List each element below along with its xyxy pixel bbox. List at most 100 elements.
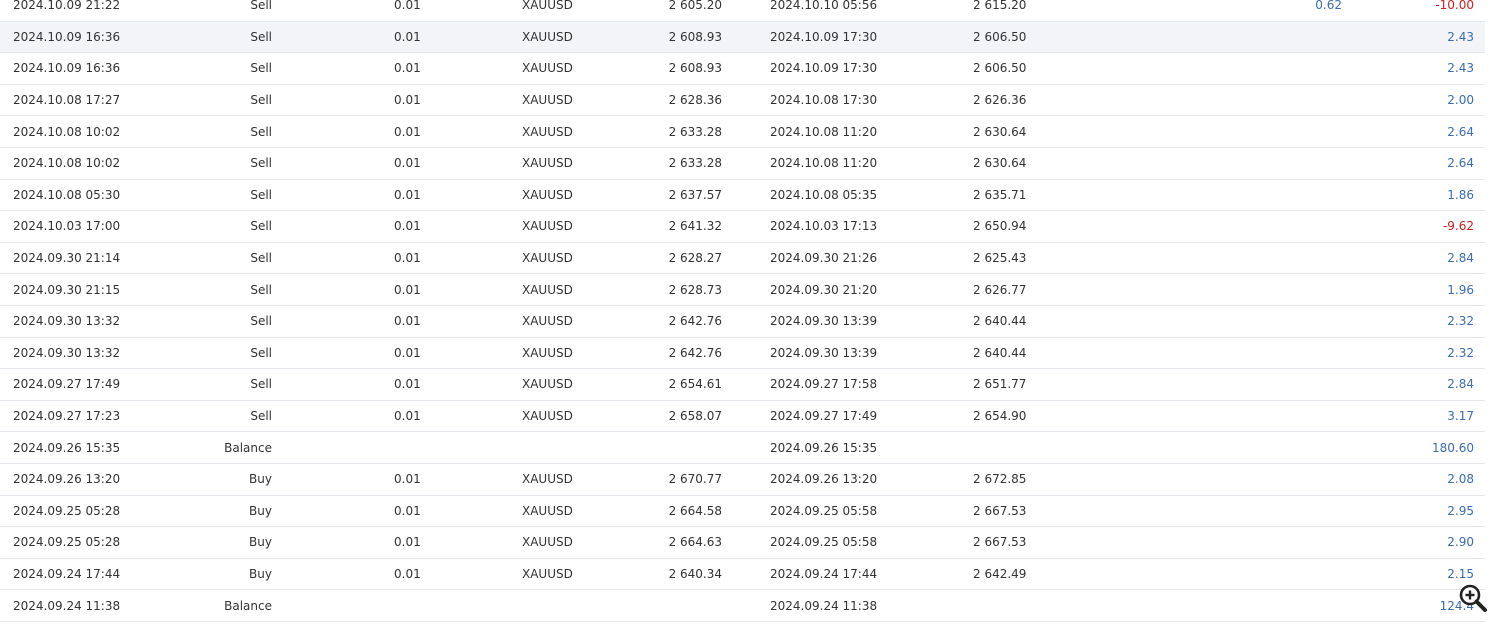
close-time-cell: 2024.09.25 05:58 (770, 535, 878, 550)
close-price-cell: 2 626.77 (973, 282, 1027, 297)
table-row[interactable]: 2024.09.26 13:20 Buy 0.01 XAUUSD 2 670.77 202… (0, 464, 1485, 496)
profit-cell: 2.84 (1447, 377, 1474, 392)
extra-value-cell (1300, 211, 1342, 242)
profit-cell: -9.62 (1442, 219, 1474, 234)
table-row[interactable]: 2024.10.03 17:00 Sell 0.01 XAUUSD 2 641.32 20… (0, 211, 1485, 243)
table-row[interactable]: 2024.09.30 21:15 Sell 0.01 XAUUSD 2 628.73 20… (0, 274, 1485, 306)
table-row[interactable]: 2024.09.30 13:32 Sell 0.01 XAUUSD 2 642.76 20… (0, 306, 1485, 338)
open-time-cell: 2024.09.30 13:32 (13, 345, 121, 360)
extra-value-cell (1300, 85, 1342, 116)
table-row[interactable]: 2024.10.09 16:36 Sell 0.01 XAUUSD 2 608.93 20… (0, 21, 1485, 54)
close-time-cell: 2024.09.30 13:39 (770, 314, 878, 329)
extra-value-cell (1300, 22, 1342, 53)
symbol-cell: XAUUSD (522, 409, 573, 424)
close-price-cell: 2 651.77 (973, 377, 1027, 392)
open-time-cell: 2024.09.25 05:28 (13, 503, 121, 518)
type-cell: Sell (250, 187, 272, 202)
volume-cell: 0.01 (394, 93, 421, 108)
extra-value-cell (1300, 180, 1342, 211)
table-row[interactable]: 2024.10.08 10:02 Sell 0.01 XAUUSD 2 633.28 20… (0, 116, 1485, 148)
open-time-cell: 2024.09.30 13:32 (13, 314, 121, 329)
table-row[interactable]: 2024.10.08 17:27 Sell 0.01 XAUUSD 2 628.36 20… (0, 85, 1485, 117)
profit-cell: 2.32 (1447, 345, 1474, 360)
close-time-cell: 2024.09.27 17:58 (770, 377, 878, 392)
close-time-cell: 2024.10.09 17:30 (770, 61, 878, 76)
symbol-cell: XAUUSD (522, 93, 573, 108)
table-body: 2024.10.09 21:22 Sell 0.01 XAUUSD 2 605.20 20… (0, 0, 1485, 622)
table-row[interactable]: 2024.09.27 17:23 Sell 0.01 XAUUSD 2 658.07 20… (0, 401, 1485, 433)
table-row[interactable]: 2024.09.30 13:32 Sell 0.01 XAUUSD 2 642.76 20… (0, 338, 1485, 370)
close-price-cell: 2 635.71 (973, 187, 1027, 202)
open-time-cell: 2024.09.26 13:20 (13, 472, 121, 487)
table-row[interactable]: 2024.10.09 21:22 Sell 0.01 XAUUSD 2 605.20 20… (0, 0, 1485, 22)
table-row[interactable]: 2024.09.30 21:14 Sell 0.01 XAUUSD 2 628.27 20… (0, 243, 1485, 275)
close-time-cell: 2024.10.08 11:20 (770, 124, 878, 139)
profit-cell: 2.08 (1447, 472, 1474, 487)
type-cell: Sell (250, 409, 272, 424)
close-time-cell: 2024.10.10 05:56 (770, 0, 878, 13)
volume-cell: 0.01 (394, 282, 421, 297)
symbol-cell: XAUUSD (522, 187, 573, 202)
profit-cell: 2.00 (1447, 93, 1474, 108)
extra-value-cell (1300, 306, 1342, 337)
type-cell: Balance (224, 598, 272, 613)
symbol-cell: XAUUSD (522, 156, 573, 171)
table-row[interactable]: 2024.09.24 11:38 Balance 2024.09.24 11:38 1… (0, 590, 1485, 622)
type-cell: Sell (250, 29, 272, 44)
close-price-cell: 2 640.44 (973, 314, 1027, 329)
open-price-cell: 2 664.63 (668, 535, 722, 550)
close-time-cell: 2024.09.26 13:20 (770, 472, 878, 487)
open-price-cell: 2 628.73 (668, 282, 722, 297)
symbol-cell: XAUUSD (522, 472, 573, 487)
volume-cell: 0.01 (394, 61, 421, 76)
extra-value-cell (1300, 401, 1342, 432)
table-row[interactable]: 2024.09.27 17:49 Sell 0.01 XAUUSD 2 654.61 20… (0, 369, 1485, 401)
close-price-cell: 2 672.85 (973, 472, 1027, 487)
table-row[interactable]: 2024.10.09 16:36 Sell 0.01 XAUUSD 2 608.93 20… (0, 53, 1485, 85)
symbol-cell: XAUUSD (522, 314, 573, 329)
open-time-cell: 2024.09.25 05:28 (13, 535, 121, 550)
open-price-cell: 2 641.32 (668, 219, 722, 234)
close-time-cell: 2024.10.03 17:13 (770, 219, 878, 234)
symbol-cell: XAUUSD (522, 535, 573, 550)
table-row[interactable]: 2024.10.08 10:02 Sell 0.01 XAUUSD 2 633.28 20… (0, 148, 1485, 180)
profit-cell: 1.86 (1447, 187, 1474, 202)
table-row[interactable]: 2024.09.25 05:28 Buy 0.01 XAUUSD 2 664.58 202… (0, 496, 1485, 528)
type-cell: Sell (250, 377, 272, 392)
open-price-cell: 2 633.28 (668, 124, 722, 139)
close-price-cell: 2 640.44 (973, 345, 1027, 360)
close-time-cell: 2024.09.24 17:44 (770, 566, 878, 581)
table-row[interactable]: 2024.09.24 17:44 Buy 0.01 XAUUSD 2 640.34 202… (0, 559, 1485, 591)
open-time-cell: 2024.09.30 21:14 (13, 251, 121, 266)
close-price-cell: 2 606.50 (973, 61, 1027, 76)
open-price-cell: 2 658.07 (668, 409, 722, 424)
symbol-cell: XAUUSD (522, 345, 573, 360)
table-row[interactable]: 2024.09.26 15:35 Balance 2024.09.26 15:35 1… (0, 432, 1485, 464)
symbol-cell: XAUUSD (522, 377, 573, 392)
profit-cell: 2.84 (1447, 251, 1474, 266)
type-cell: Balance (224, 440, 272, 455)
volume-cell: 0.01 (394, 409, 421, 424)
extra-value-cell (1300, 53, 1342, 84)
open-time-cell: 2024.09.26 15:35 (13, 440, 121, 455)
type-cell: Sell (250, 219, 272, 234)
symbol-cell: XAUUSD (522, 0, 573, 13)
type-cell: Sell (250, 314, 272, 329)
close-time-cell: 2024.10.08 17:30 (770, 93, 878, 108)
close-time-cell: 2024.10.08 05:35 (770, 187, 878, 202)
table-row[interactable]: 2024.10.08 05:30 Sell 0.01 XAUUSD 2 637.57 20… (0, 180, 1485, 212)
open-price-cell: 2 605.20 (668, 0, 722, 13)
close-time-cell: 2024.09.24 11:38 (770, 598, 878, 613)
type-cell: Sell (250, 124, 272, 139)
open-price-cell: 2 642.76 (668, 314, 722, 329)
type-cell: Sell (250, 93, 272, 108)
volume-cell: 0.01 (394, 187, 421, 202)
symbol-cell: XAUUSD (522, 124, 573, 139)
close-time-cell: 2024.09.26 15:35 (770, 440, 878, 455)
table-row[interactable]: 2024.09.25 05:28 Buy 0.01 XAUUSD 2 664.63 202… (0, 527, 1485, 559)
open-time-cell: 2024.09.24 17:44 (13, 566, 121, 581)
zoom-in-button[interactable] (1458, 583, 1488, 613)
profit-cell: 2.90 (1447, 535, 1474, 550)
close-price-cell: 2 625.43 (973, 251, 1027, 266)
open-time-cell: 2024.10.08 10:02 (13, 156, 121, 171)
